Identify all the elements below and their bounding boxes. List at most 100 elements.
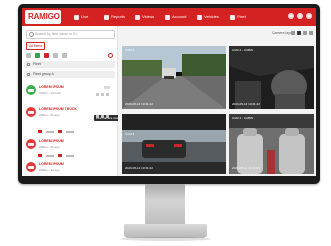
nav-label: Reports — [111, 14, 126, 19]
vehicle-actions — [96, 115, 109, 118]
vehicle-status: Online • 14 km/h — [39, 91, 62, 95]
nav-item-vehicles[interactable]: Vehicles — [197, 13, 219, 21]
fleet-subgroup-header[interactable]: Fleet group A — [24, 71, 115, 78]
expand-checkbox-icon[interactable] — [27, 73, 30, 76]
alert-icon — [38, 130, 42, 133]
nav-label: Account — [172, 14, 187, 19]
vehicle-list-item[interactable]: LOREM IPSUM Online • 14 km/h — [24, 82, 115, 100]
vehicle-status: Offline • 2h ago — [39, 113, 60, 117]
camera-feed-front[interactable]: CAM 3 2023-05-12 10:41:22 — [122, 114, 226, 174]
vehicle-name: LOREM IPSUM — [39, 85, 64, 89]
camera-icon[interactable] — [96, 115, 99, 118]
vehicle-online-icon — [26, 85, 36, 95]
feed-timestamp: 2023-05-12 10:41:22 — [125, 102, 153, 106]
monitor-stand-neck — [145, 184, 185, 226]
alert-icon — [58, 130, 62, 133]
camera-grid: Camera layout CAM 1 2023-05-12 10:41:22 … — [118, 26, 316, 176]
profile-avatar-icon[interactable] — [306, 13, 312, 19]
app-logo[interactable]: RAMIGO — [25, 10, 61, 24]
search-placeholder: Search by fleet name or ID — [35, 32, 77, 36]
user-icon — [165, 14, 170, 20]
detail-bar — [66, 154, 74, 157]
fullscreen-icon[interactable] — [309, 31, 313, 35]
vehicle-badge — [104, 86, 110, 89]
header-actions — [288, 13, 312, 19]
feed-label: CAM 2 - CABIN — [232, 48, 254, 52]
feed-label: CAM 3 — [125, 132, 135, 136]
nav-label: Videos — [142, 14, 155, 19]
fleet-group-header[interactable]: Fleet — [24, 61, 115, 68]
truck-icon — [197, 14, 202, 20]
edit-icon[interactable] — [106, 93, 109, 96]
feed-label: CAM 1 — [125, 48, 135, 52]
monitor-stand-base — [124, 224, 207, 238]
filter-all-icon[interactable] — [26, 53, 31, 58]
vehicle-offline-icon — [26, 107, 36, 117]
road-scene-image — [122, 46, 226, 109]
detail-bar — [46, 130, 54, 133]
vehicle-name: LOREM IPSUM — [39, 162, 64, 166]
vehicle-list-item[interactable]: LOREM IPSUM Offline • 1d ago — [24, 159, 115, 176]
logo-text: RAMIGO — [28, 12, 60, 21]
vehicle-list-item[interactable]: LOREM IPSUM Offline • 5h ago — [24, 136, 115, 154]
layout-switcher — [291, 31, 313, 35]
top-navigation-bar: RAMIGO Live Reports Videos Account Vehic… — [22, 8, 316, 26]
vehicle-status: Offline • 1d ago — [39, 168, 60, 172]
settings-icon[interactable] — [297, 13, 303, 19]
detail-bar — [46, 154, 54, 157]
location-icon[interactable] — [101, 115, 104, 118]
expand-checkbox-icon[interactable] — [27, 63, 30, 66]
feed-timestamp: 2023-05-12 10:41:22 — [232, 102, 260, 106]
nav-label: Live — [81, 14, 89, 19]
status-filter-row — [26, 53, 67, 58]
nav-item-live[interactable]: Live — [74, 13, 88, 21]
sort-icon[interactable] — [108, 53, 113, 58]
vehicle-detail-row — [38, 129, 74, 134]
layout-9-icon[interactable] — [303, 31, 307, 35]
group-label: Fleet — [33, 62, 41, 66]
front-windshield-image — [122, 114, 226, 174]
vehicle-name: LOREM IPSUM — [39, 139, 64, 143]
nav-label: Vehicles — [204, 14, 219, 19]
vehicle-actions — [96, 93, 109, 96]
feed-timestamp: 2023-05-12 10:41:22 — [125, 166, 153, 170]
camera-feed-road[interactable]: CAM 1 2023-05-12 10:41:22 — [122, 46, 226, 109]
detail-bar — [66, 130, 74, 133]
nav-item-reports[interactable]: Reports — [104, 13, 125, 21]
video-icon — [135, 14, 140, 20]
vehicle-list-item[interactable]: LOREM IPSUM TRUCK Offline • 2h ago — [24, 104, 115, 122]
nav-item-videos[interactable]: Videos — [135, 13, 154, 21]
nav-label: Fleet — [237, 14, 246, 19]
vehicle-status: Offline • 5h ago — [39, 145, 60, 149]
location-icon[interactable] — [101, 93, 104, 96]
camera-icon[interactable] — [96, 93, 99, 96]
filter-alert-icon[interactable] — [53, 53, 58, 58]
vehicle-offline-icon — [26, 139, 36, 149]
camera-feed-interior[interactable]: CAM 4 - CABIN 2023-05-12 10:41:22 — [229, 114, 314, 174]
chart-icon — [104, 14, 109, 20]
filter-offline-icon[interactable] — [44, 53, 49, 58]
nav-item-account[interactable]: Account — [165, 13, 186, 21]
vehicle-sidebar: Search by fleet name or ID All fleets Fl… — [22, 26, 122, 176]
filter-online-icon[interactable] — [35, 53, 40, 58]
fleet-filter-chip[interactable]: All fleets — [26, 42, 45, 50]
nav-item-fleet[interactable]: Fleet — [230, 13, 246, 21]
layout-4-icon[interactable] — [297, 31, 301, 35]
edit-icon[interactable] — [106, 115, 109, 118]
feed-timestamp: 2023-05-12 10:41:22 — [232, 166, 260, 170]
alert-icon — [58, 154, 62, 157]
vehicle-offline-icon — [26, 162, 36, 172]
feed-label: CAM 4 - CABIN — [232, 116, 254, 120]
monitor-bezel: RAMIGO Live Reports Videos Account Vehic… — [18, 4, 320, 184]
camera-feed-cabin[interactable]: CAM 2 - CABIN 2023-05-12 10:41:22 — [229, 46, 314, 109]
stand-shadow — [120, 237, 211, 241]
notification-icon[interactable] — [288, 13, 294, 19]
cabin-night-image — [229, 46, 314, 109]
chip-label: All fleets — [29, 44, 43, 48]
vehicle-name: LOREM IPSUM TRUCK — [39, 107, 77, 111]
group-label: Fleet group A — [33, 72, 54, 76]
filter-video-icon[interactable] — [62, 53, 67, 58]
layout-1-icon[interactable] — [291, 31, 295, 35]
search-input[interactable]: Search by fleet name or ID — [26, 30, 115, 39]
vehicle-detail-row — [38, 153, 74, 158]
